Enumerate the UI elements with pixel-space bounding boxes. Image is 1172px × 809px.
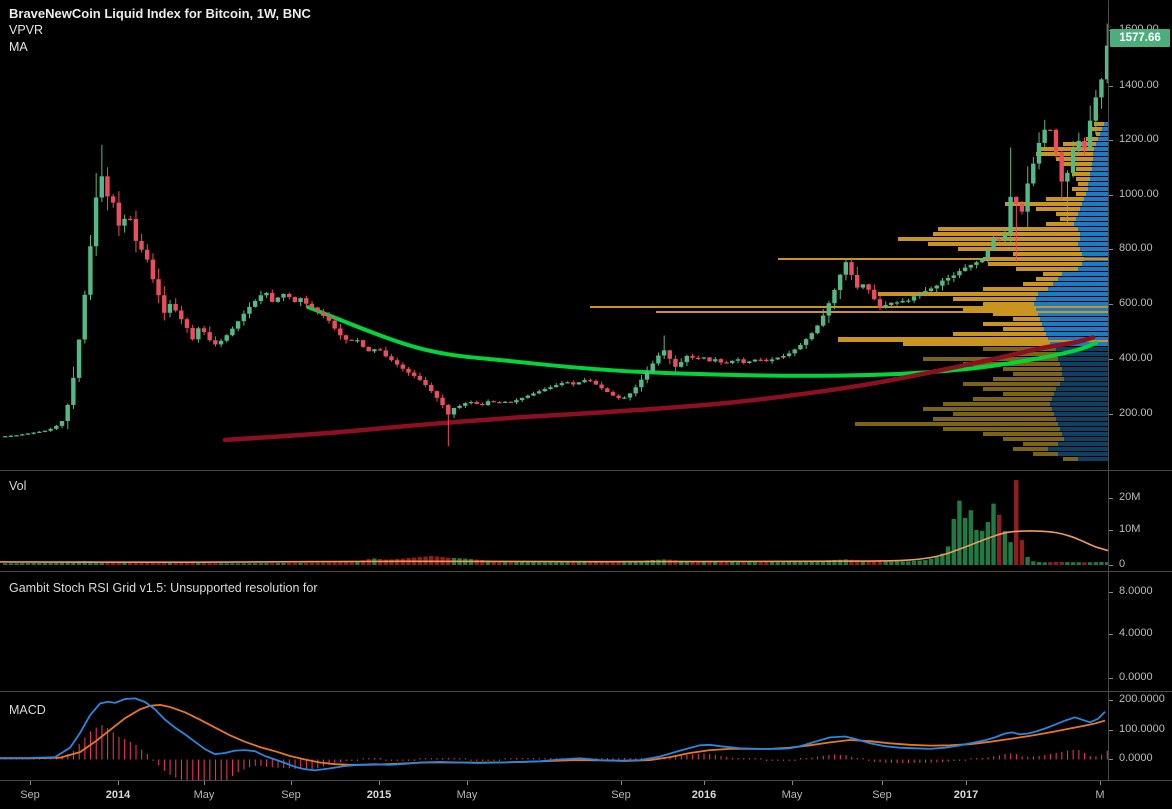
time-axis-tick [379, 781, 380, 785]
macd-signal-line [0, 705, 1105, 765]
price-axis-tick [1109, 530, 1113, 531]
price-axis-label: 4.0000 [1119, 627, 1153, 639]
time-axis-tick [882, 781, 883, 785]
price-axis[interactable]: 1577.66 1600.001400.001200.001000.00800.… [1108, 0, 1172, 780]
macd-pane-label[interactable]: MACD [9, 703, 46, 717]
time-axis-tick [1100, 781, 1101, 785]
time-axis-label: M [1095, 789, 1104, 801]
price-axis-tick [1109, 678, 1113, 679]
price-axis-label: 100.0000 [1119, 723, 1165, 735]
price-axis-tick [1109, 195, 1113, 196]
indicator-ma-label[interactable]: MA [9, 39, 311, 56]
volume-pane[interactable] [0, 470, 1108, 571]
last-price-badge: 1577.66 [1110, 29, 1170, 47]
time-axis-label: 2014 [106, 789, 130, 801]
price-axis-tick [1109, 140, 1113, 141]
time-axis-tick [291, 781, 292, 785]
price-axis-tick [1109, 700, 1113, 701]
price-axis-tick [1109, 414, 1113, 415]
time-axis-label: Sep [611, 789, 631, 801]
volume-pane-label[interactable]: Vol [9, 479, 26, 493]
price-axis-label: 1200.00 [1119, 133, 1159, 145]
pane-separator[interactable] [0, 470, 1172, 471]
price-axis-tick [1109, 304, 1113, 305]
chart-legend: BraveNewCoin Liquid Index for Bitcoin, 1… [9, 5, 311, 56]
price-axis-tick [1109, 634, 1113, 635]
price-axis-tick [1109, 359, 1113, 360]
indicator-vpvr-label[interactable]: VPVR [9, 22, 311, 39]
time-axis-label: Sep [872, 789, 892, 801]
time-axis-label: May [194, 789, 215, 801]
time-axis-tick [118, 781, 119, 785]
price-axis-label: 20M [1119, 491, 1140, 503]
time-axis-tick [966, 781, 967, 785]
price-axis-tick [1109, 730, 1113, 731]
stoch-pane-label[interactable]: Gambit Stoch RSI Grid v1.5: Unsupported … [9, 581, 317, 595]
time-axis-label: Sep [281, 789, 301, 801]
price-axis-tick [1109, 565, 1113, 566]
tradingview-chart-window: BraveNewCoin Liquid Index for Bitcoin, 1… [0, 0, 1172, 809]
price-axis-label: 10M [1119, 523, 1140, 535]
time-axis-label: Sep [20, 789, 40, 801]
price-axis-label: 1400.00 [1119, 79, 1159, 91]
time-axis-tick [467, 781, 468, 785]
time-axis-tick [204, 781, 205, 785]
time-axis-tick [30, 781, 31, 785]
price-axis-label: 800.00 [1119, 242, 1153, 254]
price-axis-label: 200.00 [1119, 407, 1153, 419]
macd-lines [0, 698, 1105, 770]
price-axis-label: 400.00 [1119, 352, 1153, 364]
price-axis-label: 8.0000 [1119, 585, 1153, 597]
time-axis-label: May [782, 789, 803, 801]
price-axis-label: 600.00 [1119, 297, 1153, 309]
time-axis-tick [704, 781, 705, 785]
price-axis-label: 0.0000 [1119, 671, 1153, 683]
price-axis-tick [1109, 86, 1113, 87]
price-axis-tick [1109, 249, 1113, 250]
pane-separator[interactable] [0, 691, 1172, 692]
price-axis-tick [1109, 498, 1113, 499]
time-axis-tick [792, 781, 793, 785]
price-axis-label: 1000.00 [1119, 188, 1159, 200]
price-axis-label: 0 [1119, 558, 1125, 570]
time-axis-label: 2015 [367, 789, 391, 801]
time-axis-label: May [457, 789, 478, 801]
time-axis-tick [621, 781, 622, 785]
volume-bars [3, 480, 1108, 565]
macd-pane[interactable] [0, 691, 1108, 780]
symbol-title[interactable]: BraveNewCoin Liquid Index for Bitcoin, 1… [9, 5, 311, 22]
time-axis[interactable]: Sep 2014 May Sep 2015 May Sep 2016 May Sep 2017 M [0, 780, 1172, 809]
main-price-pane[interactable] [0, 0, 1108, 470]
price-axis-label: 0.0000 [1119, 752, 1153, 764]
price-axis-tick [1109, 759, 1113, 760]
time-axis-label: 2016 [692, 789, 716, 801]
macd-histogram [5, 725, 1108, 780]
price-axis-tick [1109, 592, 1113, 593]
pane-separator[interactable] [0, 571, 1172, 572]
macd-main-line [0, 698, 1105, 770]
price-axis-label: 200.0000 [1119, 693, 1165, 705]
time-axis-label: 2017 [954, 789, 978, 801]
